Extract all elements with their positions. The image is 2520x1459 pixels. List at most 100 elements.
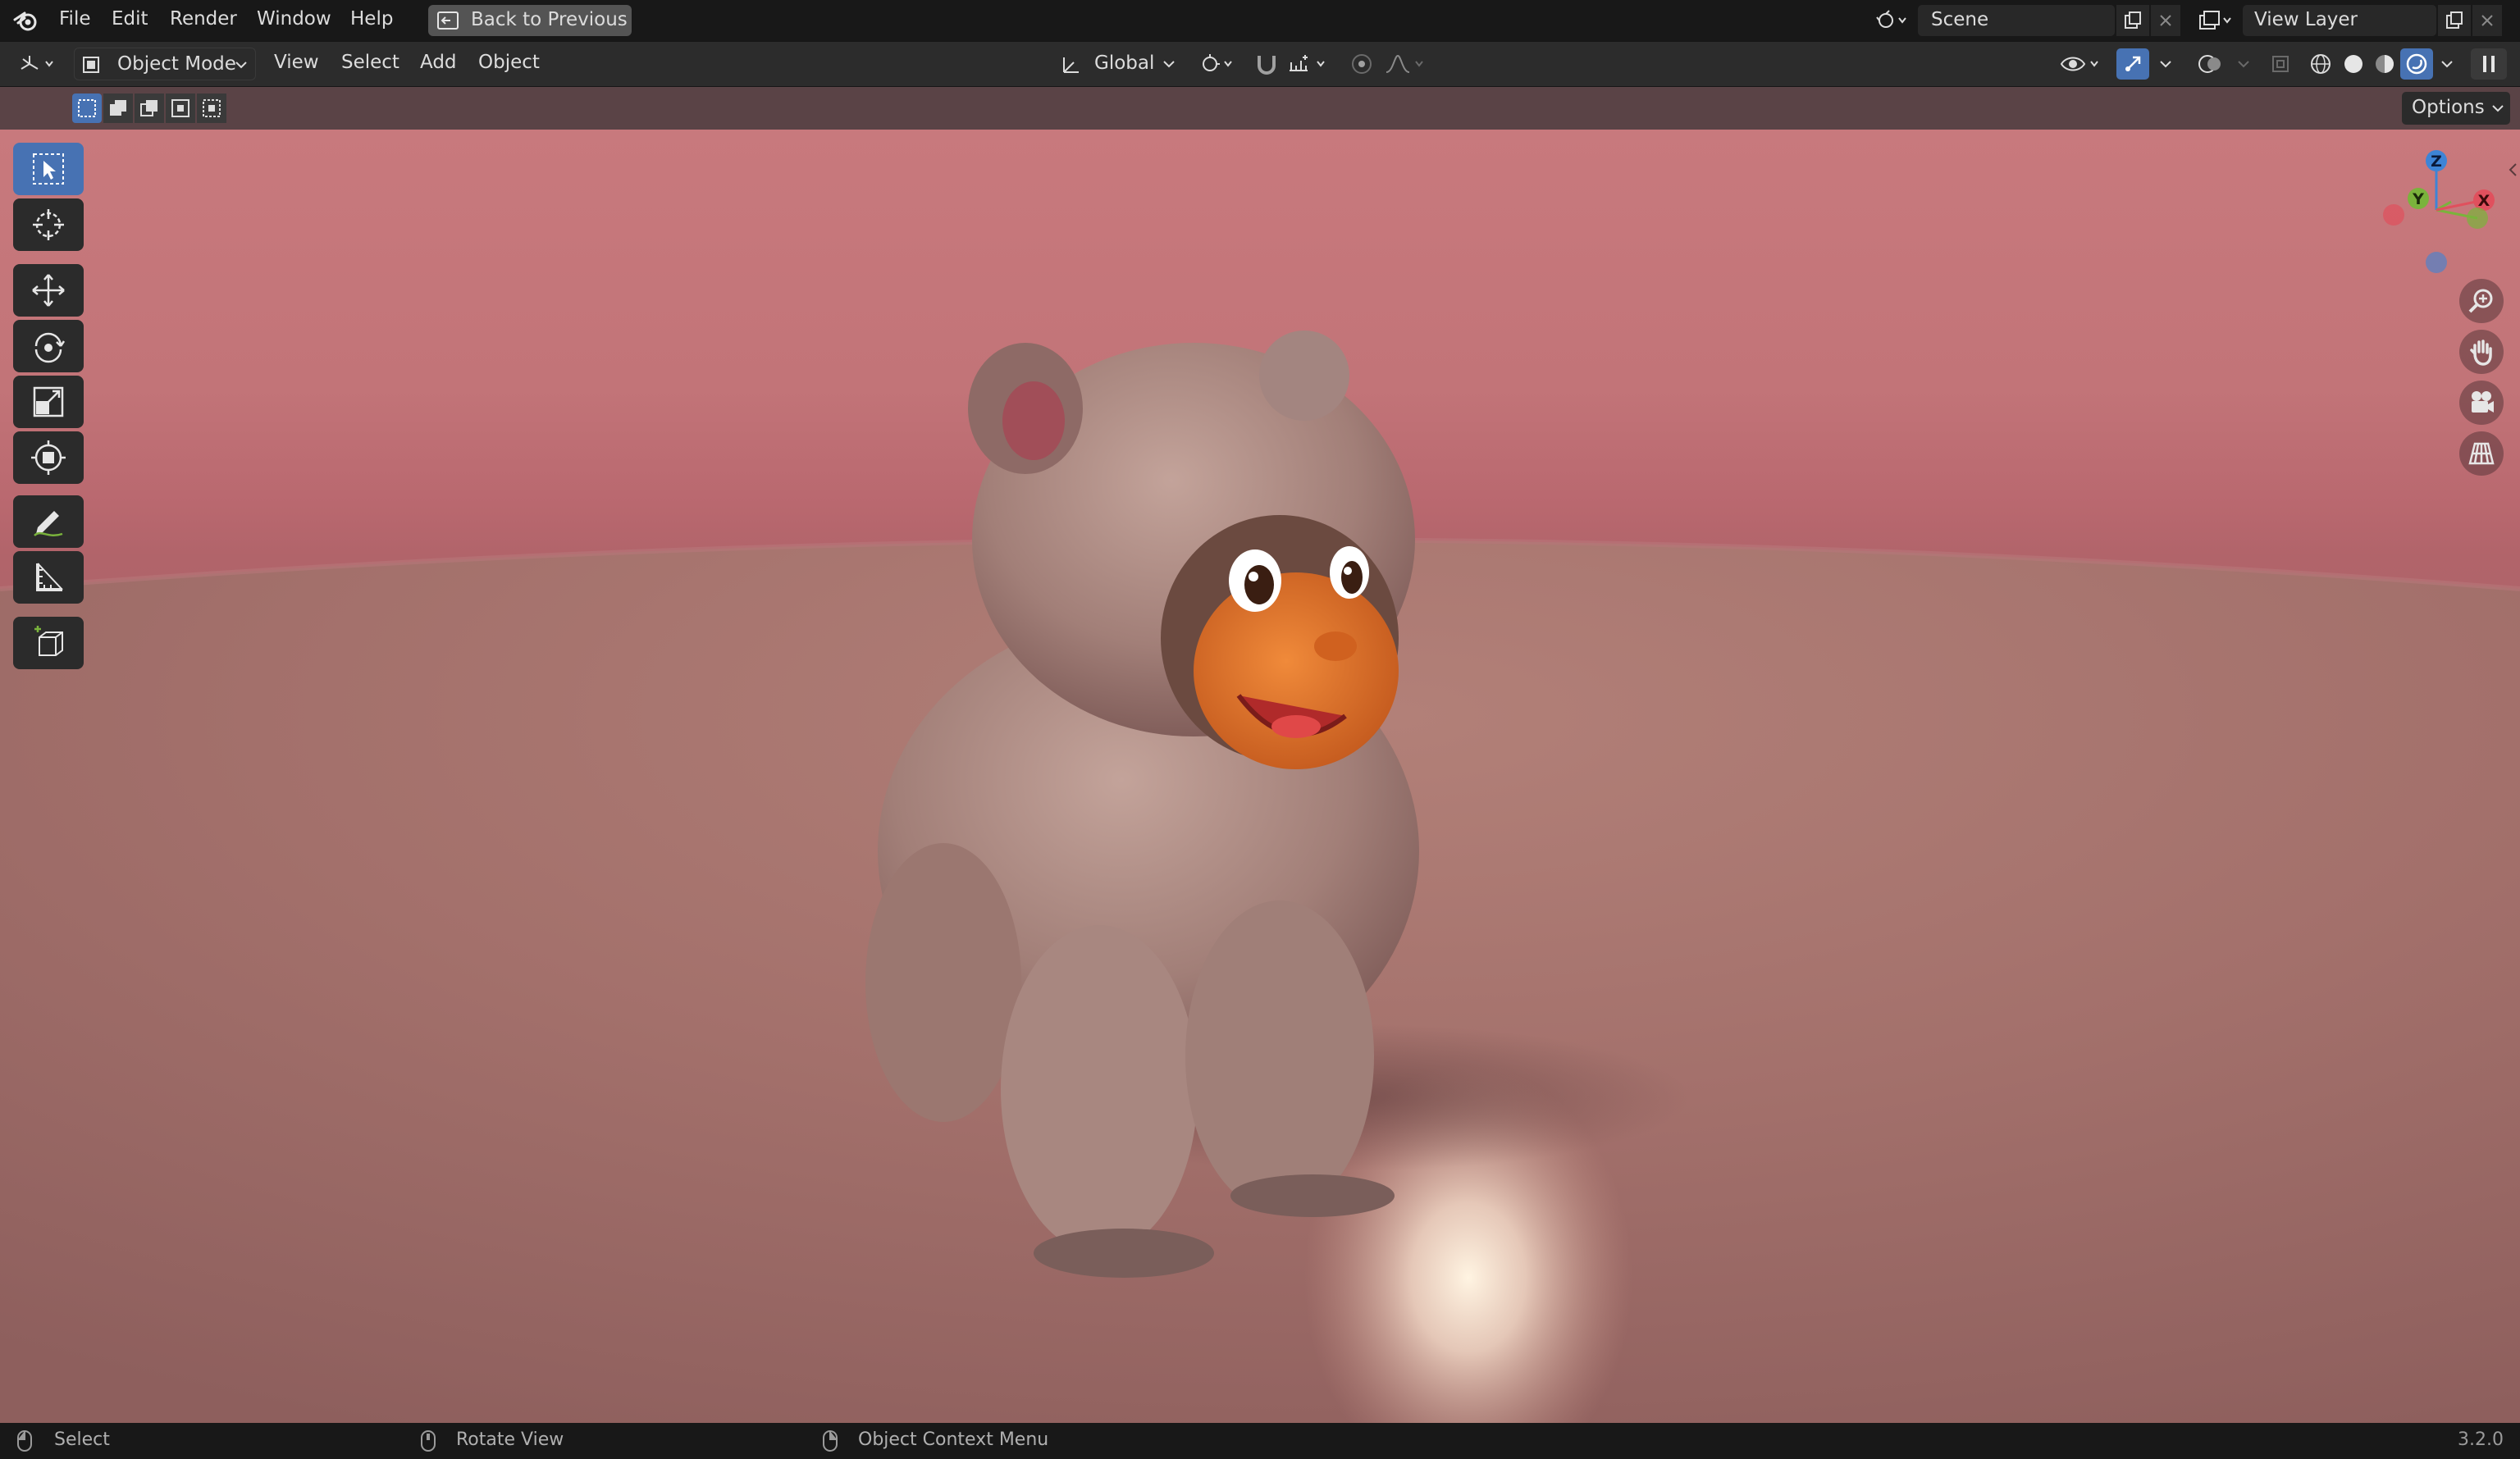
chevron-down-icon: [1162, 57, 1176, 71]
proportional-edit-icon[interactable]: [1344, 48, 1380, 80]
transform-icon: [31, 440, 66, 475]
xray-toggle-icon[interactable]: [2266, 48, 2295, 80]
view-layer-name-label: View Layer: [2254, 9, 2358, 30]
annotate-pencil-icon: [34, 511, 63, 536]
back-to-previous-button[interactable]: Back to Previous: [428, 5, 632, 36]
back-screen-icon: [436, 11, 459, 30]
delete-view-layer-icon[interactable]: [2472, 5, 2502, 36]
select-subtract-icon[interactable]: [135, 93, 164, 123]
gizmo-y-label: Y: [2412, 190, 2424, 208]
rotate-icon: [34, 332, 66, 363]
select-box-icon: [33, 153, 64, 185]
menu-add[interactable]: Add: [420, 52, 457, 73]
menu-view[interactable]: View: [274, 52, 319, 73]
blender-logo-icon[interactable]: [11, 7, 41, 34]
cursor-tool[interactable]: [13, 198, 84, 251]
gizmo-z-label: Z: [2431, 153, 2442, 171]
menu-help[interactable]: Help: [350, 8, 393, 30]
chevron-left-icon: [2509, 163, 2517, 176]
status-select-label: Select: [54, 1429, 110, 1450]
move-tool[interactable]: [13, 264, 84, 317]
cursor-crosshair-icon: [33, 209, 64, 240]
select-intersect-icon[interactable]: [197, 93, 226, 123]
view-layer-browse-icon[interactable]: [2192, 5, 2241, 36]
new-scene-icon[interactable]: [2116, 5, 2149, 36]
viewport-header: Object Mode View Select Add Object Globa…: [0, 41, 2520, 87]
scale-icon: [33, 386, 64, 417]
annotate-tool[interactable]: [13, 495, 84, 548]
menu-render[interactable]: Render: [170, 8, 237, 30]
mouse-middle-icon: [418, 1429, 438, 1452]
overlays-icon[interactable]: [2190, 48, 2231, 80]
object-mode-label: Object Mode: [117, 53, 236, 75]
solid-shading-icon[interactable]: [2338, 48, 2369, 80]
visibility-eye-icon[interactable]: [2056, 48, 2107, 80]
editor-type-icon[interactable]: [13, 48, 64, 80]
rendered-scene: [0, 331, 2520, 1423]
delete-scene-icon[interactable]: [2151, 5, 2180, 36]
gizmo-toggle-icon[interactable]: [2116, 48, 2149, 80]
measure-ruler-icon: [36, 563, 63, 591]
material-preview-shading-icon[interactable]: [2369, 48, 2400, 80]
pause-render-icon[interactable]: [2471, 48, 2507, 80]
menu-edit[interactable]: Edit: [112, 8, 148, 30]
version-label: 3.2.0: [2458, 1429, 2504, 1450]
3d-viewport[interactable]: Z Y X: [0, 130, 2520, 1423]
select-new-icon[interactable]: [72, 93, 102, 123]
back-to-previous-label: Back to Previous: [471, 9, 628, 30]
pan-hand-icon: [2470, 340, 2492, 366]
new-view-layer-icon[interactable]: [2438, 5, 2471, 36]
rotate-tool[interactable]: [13, 320, 84, 372]
pivot-point-icon[interactable]: [1196, 48, 1240, 80]
add-cube-icon: [34, 626, 63, 656]
overlays-dropdown-chevron-icon[interactable]: [2231, 48, 2256, 80]
navigation-gizmo[interactable]: Z Y X: [2371, 144, 2502, 276]
object-mode-icon: [81, 55, 101, 75]
camera-icon: [2472, 391, 2494, 413]
sidebar-toggle-arrow[interactable]: [2507, 157, 2518, 182]
shading-dropdown-chevron-icon[interactable]: [2435, 48, 2459, 80]
menu-object[interactable]: Object: [478, 52, 540, 73]
object-mode-dropdown[interactable]: Object Mode: [74, 48, 256, 80]
options-label: Options: [2412, 97, 2485, 118]
falloff-curve-icon[interactable]: [1381, 48, 1431, 80]
view-layer-name-field[interactable]: View Layer: [2243, 5, 2436, 36]
select-extend-icon[interactable]: [103, 93, 133, 123]
transform-tool[interactable]: [13, 431, 84, 484]
chevron-down-icon: [2490, 102, 2505, 115]
menu-file[interactable]: File: [59, 8, 91, 30]
pan-view-button[interactable]: [2459, 330, 2504, 374]
gizmo-dropdown-chevron-icon[interactable]: [2151, 48, 2180, 80]
mouse-left-icon: [15, 1429, 34, 1452]
zoom-view-button[interactable]: [2459, 279, 2504, 323]
status-rotate-label: Rotate View: [456, 1429, 564, 1450]
select-invert-icon[interactable]: [166, 93, 195, 123]
options-dropdown[interactable]: Options: [2402, 92, 2510, 125]
scene-name-field[interactable]: Scene: [1918, 5, 2115, 36]
snap-increment-icon[interactable]: [1285, 48, 1334, 80]
orientation-label: Global: [1094, 52, 1155, 74]
top-menubar: File Edit Render Window Help Back to Pre…: [0, 0, 2520, 41]
status-context-menu-label: Object Context Menu: [858, 1429, 1049, 1450]
chevron-down-icon: [234, 58, 249, 71]
wireframe-shading-icon[interactable]: [2305, 48, 2336, 80]
add-cube-tool[interactable]: [13, 617, 84, 669]
transform-orientation-dropdown[interactable]: Global: [1053, 48, 1185, 80]
menu-window[interactable]: Window: [257, 8, 331, 30]
camera-view-button[interactable]: [2459, 381, 2504, 425]
zoom-magnifier-icon: [2468, 289, 2493, 313]
gizmo-x-label: X: [2478, 192, 2490, 210]
rendered-shading-icon[interactable]: [2400, 48, 2433, 80]
snap-magnet-icon[interactable]: [1250, 48, 1283, 80]
scene-browse-icon[interactable]: [1869, 5, 1916, 36]
perspective-grid-icon: [2468, 442, 2495, 465]
status-bar: Select Rotate View Object Context Menu 3…: [0, 1423, 2520, 1459]
tool-settings-bar: Options: [0, 87, 2520, 130]
menu-select[interactable]: Select: [341, 52, 399, 73]
orientation-axes-icon: [1058, 54, 1083, 75]
measure-tool[interactable]: [13, 551, 84, 604]
scene-name-label: Scene: [1931, 9, 1989, 30]
perspective-toggle-button[interactable]: [2459, 431, 2504, 476]
scale-tool[interactable]: [13, 376, 84, 428]
select-box-tool[interactable]: [13, 143, 84, 195]
